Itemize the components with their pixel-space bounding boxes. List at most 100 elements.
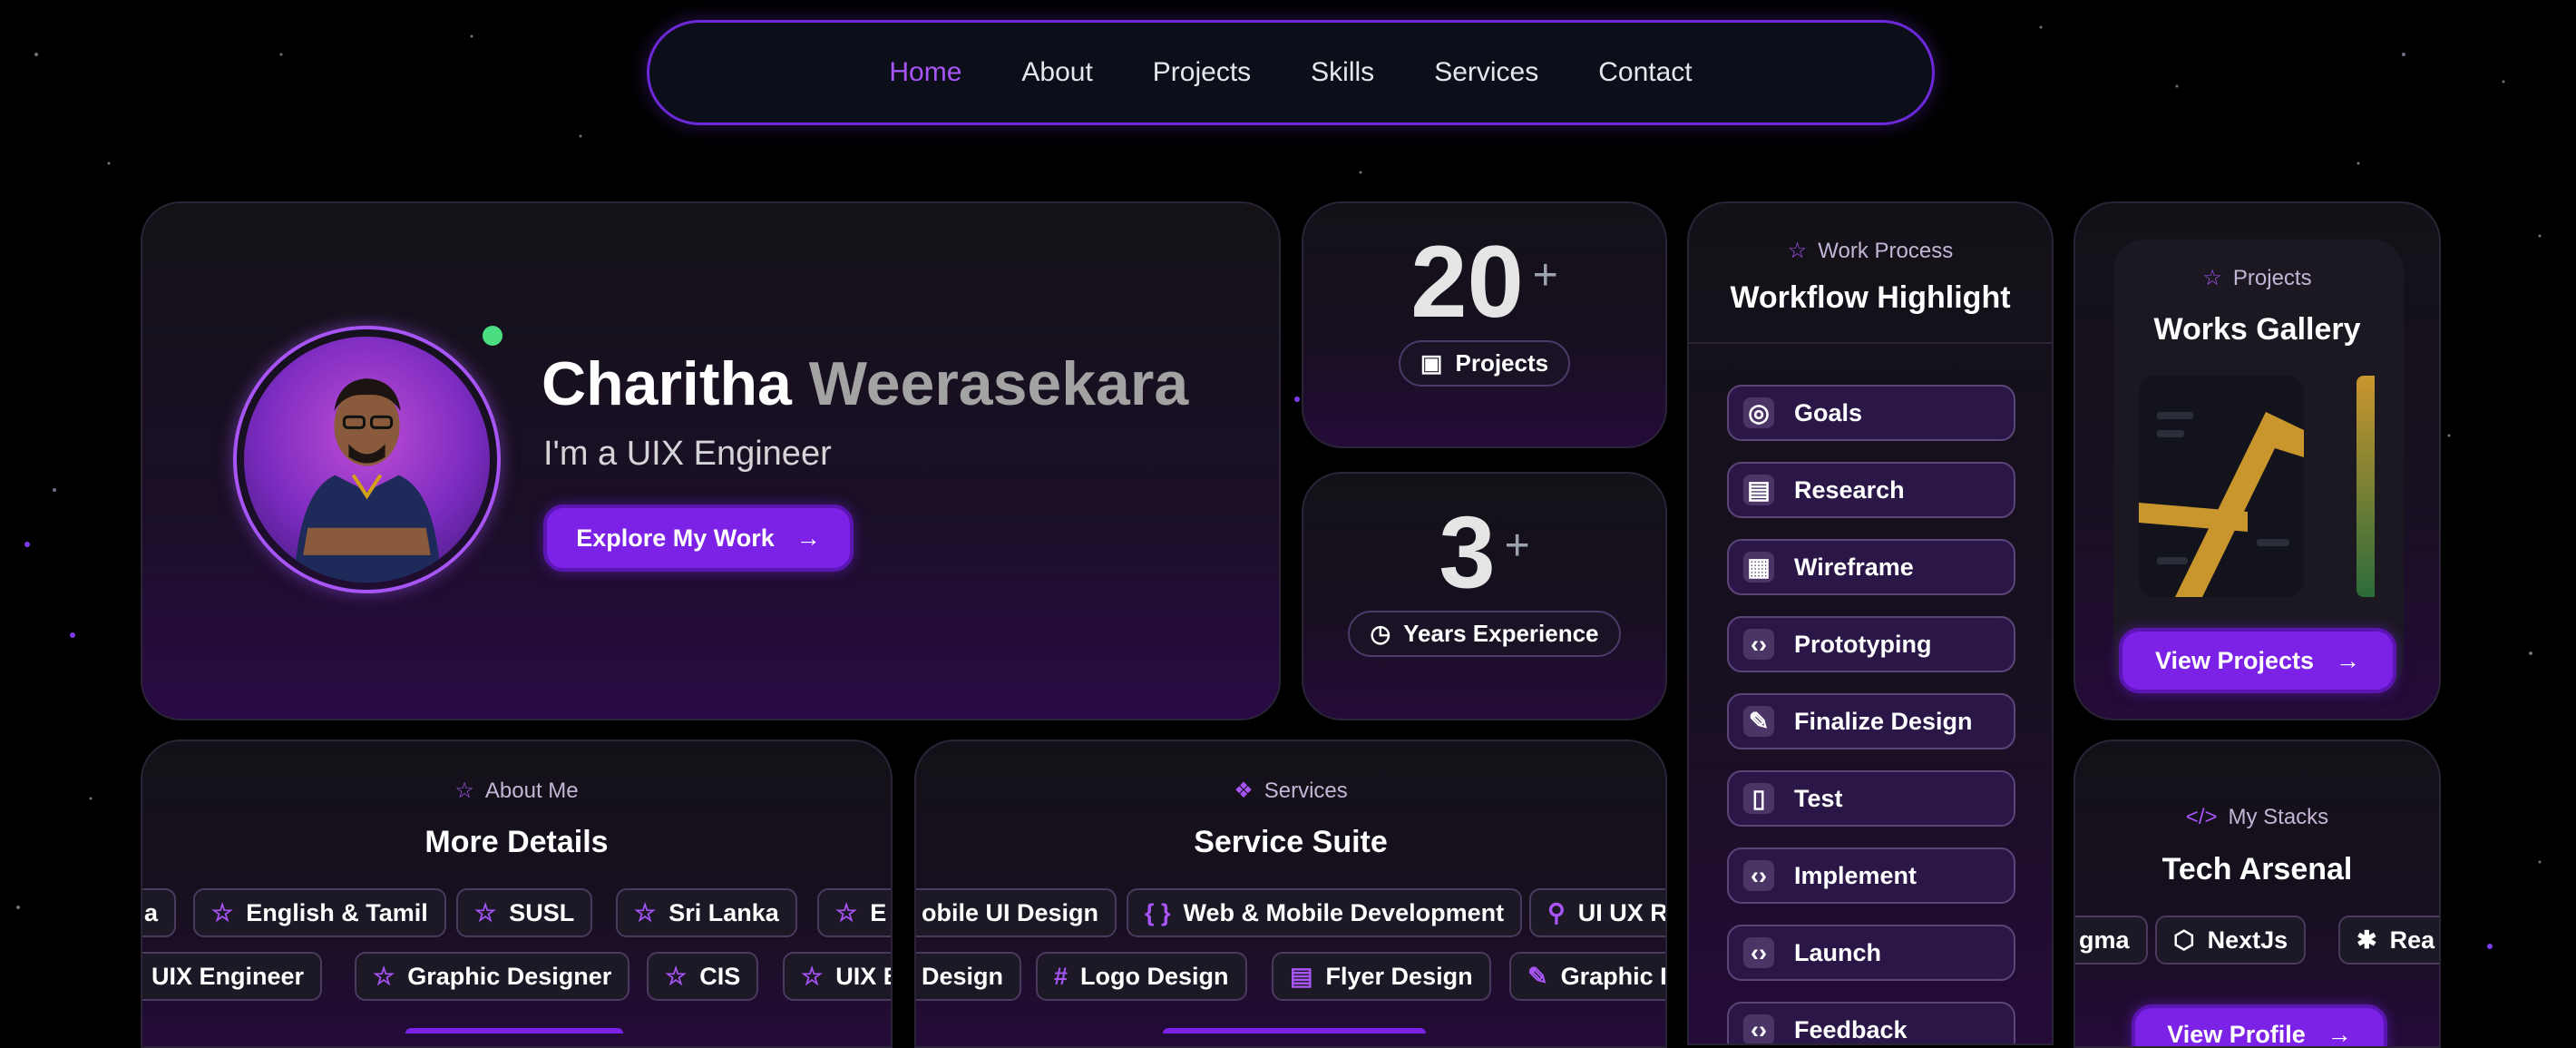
step-label: Prototyping: [1794, 630, 1932, 658]
stacks-card: </> My Stacks Tech Arsenal gma ⬡ NextJs ✱ R…: [2073, 739, 2441, 1048]
hero-card: Charitha Weerasekara I'm a UIX Engineer …: [141, 201, 1281, 720]
gallery-card: ☆ Projects Works Gallery View Projects →: [2073, 201, 2441, 720]
hero-role: I'm a UIX Engineer: [543, 435, 832, 473]
hero-name: Charitha Weerasekara: [542, 348, 1188, 419]
about-tag-country: ☆ Sri Lanka: [616, 888, 797, 937]
clock-icon: ◷: [1370, 620, 1391, 647]
view-projects-label: View Projects: [2154, 646, 2315, 674]
workflow-card: ☆ Work Process Workflow Highlight ◎ Goals …: [1687, 201, 2054, 1045]
step-feedback[interactable]: ‹› Feedback: [1727, 1002, 2015, 1043]
briefcase-icon: ▣: [1420, 349, 1443, 377]
nav-services[interactable]: Services: [1434, 57, 1538, 88]
code-icon: ‹›: [1743, 937, 1774, 968]
tag-label: English & Tamil: [246, 898, 428, 926]
step-finalize-design[interactable]: ✎ Finalize Design: [1727, 693, 2015, 749]
step-launch[interactable]: ‹› Launch: [1727, 925, 2015, 981]
view-profile-label: View Profile: [2167, 1021, 2306, 1048]
braces-icon: { }: [1145, 898, 1171, 926]
tag-label: a: [144, 898, 159, 926]
explore-work-button[interactable]: Explore My Work →: [543, 504, 854, 572]
profile-photo: [244, 337, 490, 583]
workflow-eyebrow: ☆ Work Process: [1689, 238, 2052, 264]
about-tag: ☆ E: [817, 888, 891, 937]
workflow-divider: [1689, 342, 2052, 344]
tag-label: Graphic Designer: [407, 962, 612, 990]
about-button-edge[interactable]: [405, 1028, 623, 1033]
nav-skills[interactable]: Skills: [1311, 57, 1374, 88]
online-status-dot: [483, 326, 503, 346]
gallery-next-thumbnail[interactable]: [2356, 376, 2375, 597]
first-name: Charitha: [542, 349, 792, 418]
star-icon: ☆: [835, 898, 858, 926]
step-wireframe[interactable]: ▦ Wireframe: [1727, 539, 2015, 595]
tag-label: Design: [922, 962, 1004, 990]
step-test[interactable]: ▯ Test: [1727, 770, 2015, 827]
about-tag-language: ☆ English & Tamil: [193, 888, 446, 937]
user-search-icon: ⚲: [1547, 898, 1566, 926]
last-name: Weerasekara: [808, 349, 1189, 418]
about-title: More Details: [424, 825, 609, 859]
stacks-eyebrow: </> My Stacks: [2075, 805, 2439, 830]
stack-tag-figma: gma: [2075, 916, 2148, 965]
step-goals[interactable]: ◎ Goals: [1727, 385, 2015, 441]
profile-avatar: [233, 326, 501, 593]
arrow-right-icon: →: [2336, 646, 2361, 674]
about-card: ☆ About Me More Details a ☆ English & Tami…: [141, 739, 893, 1048]
arrow-right-icon: →: [2327, 1021, 2352, 1048]
view-projects-button[interactable]: View Projects →: [2119, 628, 2396, 693]
service-tag-mobile-ui: obile UI Design: [916, 888, 1117, 937]
gallery-eyebrow: ☆ Projects: [2075, 265, 2439, 291]
star-icon: ☆: [454, 779, 474, 803]
projects-pill: ▣ Projects: [1398, 340, 1571, 387]
tag-label: SUSL: [509, 898, 575, 926]
star-icon: ☆: [474, 898, 497, 926]
service-tag-graphic: ✎ Graphic D: [1509, 952, 1665, 1001]
gallery-eyebrow-label: Projects: [2232, 265, 2312, 290]
tag-label: UIX Engineer: [151, 962, 305, 990]
service-tag-uiux: ⚲ UI UX R: [1529, 888, 1665, 937]
nav-about[interactable]: About: [1021, 57, 1092, 88]
devices-icon: ▯: [1743, 783, 1774, 814]
stacks-title: Tech Arsenal: [2161, 852, 2353, 886]
hexagon-icon: ⬡: [2173, 926, 2195, 954]
step-implement[interactable]: ‹› Implement: [1727, 847, 2015, 904]
code-icon: ‹›: [1743, 860, 1774, 891]
step-label: Wireframe: [1794, 553, 1914, 581]
about-tag: a: [142, 888, 177, 937]
star-icon: ☆: [1787, 239, 1808, 263]
tag-label: Rea: [2389, 926, 2435, 954]
gallery-thumbnail[interactable]: [2139, 376, 2304, 597]
services-button-edge[interactable]: [1163, 1028, 1426, 1033]
nav-home[interactable]: Home: [889, 57, 961, 88]
asterisk-icon: ✱: [2356, 926, 2377, 954]
top-navigation: Home About Projects Skills Services Cont…: [647, 20, 1935, 125]
step-prototyping[interactable]: ‹› Prototyping: [1727, 616, 2015, 672]
person-illustration: [294, 378, 441, 583]
workflow-eyebrow-label: Work Process: [1818, 238, 1954, 263]
tag-label: gma: [2079, 926, 2130, 954]
grid-icon: ▦: [1743, 552, 1774, 583]
step-research[interactable]: ▤ Research: [1727, 462, 2015, 518]
document-icon: ▤: [1290, 962, 1313, 990]
tag-label: Sri Lanka: [668, 898, 779, 926]
pen-tool-icon: ✎: [1527, 962, 1548, 990]
service-tag-design: Design: [916, 952, 1022, 1001]
tag-label: NextJs: [2207, 926, 2288, 954]
step-label: Goals: [1794, 398, 1863, 426]
experience-label: Years Experience: [1403, 620, 1599, 647]
services-title: Service Suite: [1194, 825, 1388, 859]
experience-count: 3: [1439, 495, 1496, 609]
nav-contact[interactable]: Contact: [1598, 57, 1692, 88]
tag-label: Logo Design: [1080, 962, 1229, 990]
about-tag-university: ☆ SUSL: [456, 888, 593, 937]
star-icon: ☆: [2202, 266, 2222, 290]
nav-projects[interactable]: Projects: [1153, 57, 1251, 88]
explore-work-label: Explore My Work: [576, 524, 775, 552]
workflow-title: Workflow Highlight: [1730, 280, 2011, 315]
experience-pill: ◷ Years Experience: [1348, 611, 1621, 657]
tag-label: E: [870, 898, 887, 926]
tag-label: Web & Mobile Development: [1183, 898, 1505, 926]
arrow-right-icon: →: [795, 524, 821, 552]
view-profile-button[interactable]: View Profile →: [2132, 1004, 2387, 1048]
services-eyebrow: ❖ Services: [916, 778, 1665, 804]
